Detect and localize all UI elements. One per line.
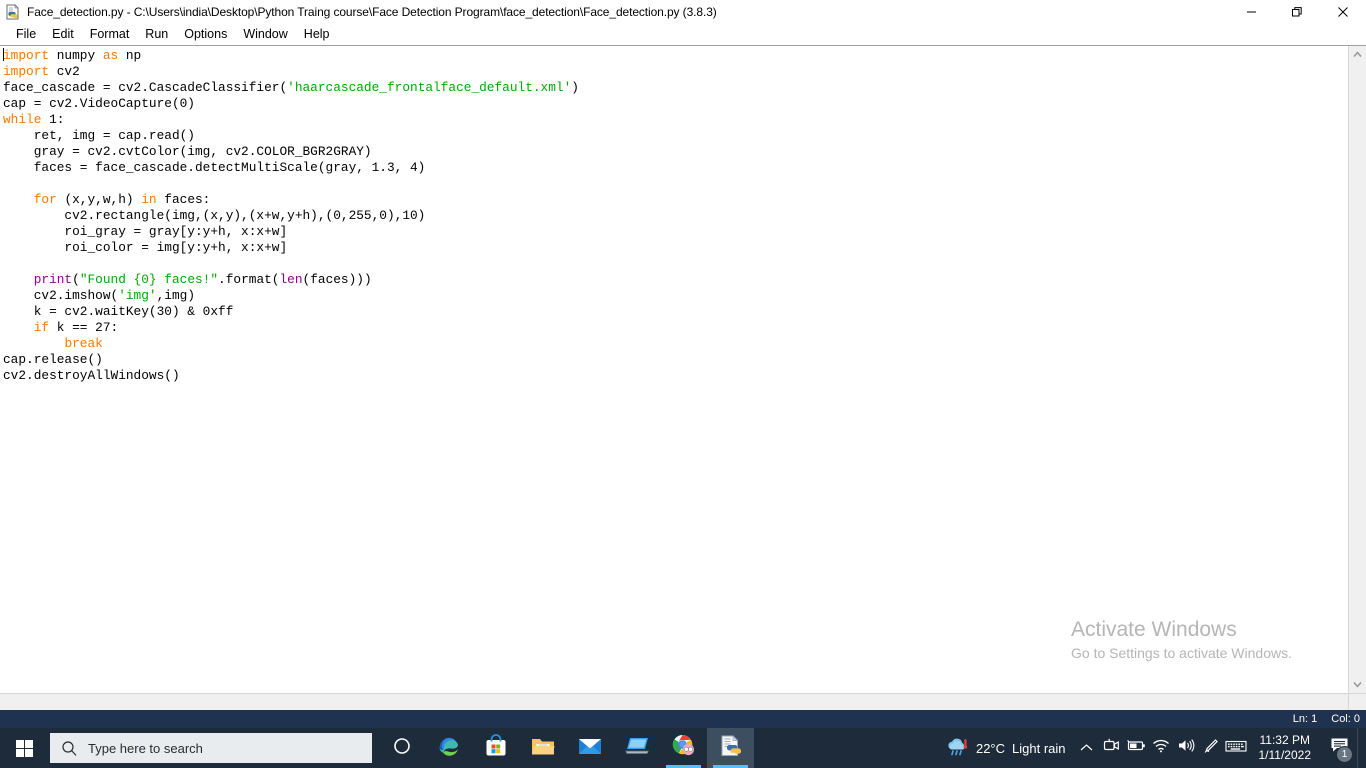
show-hidden-icons-button[interactable] bbox=[1074, 728, 1099, 768]
search-placeholder: Type here to search bbox=[88, 740, 203, 756]
speaker-icon bbox=[1177, 738, 1196, 758]
menu-item-format[interactable]: Format bbox=[82, 25, 138, 43]
store-icon bbox=[484, 733, 508, 763]
menu-item-run[interactable]: Run bbox=[137, 25, 176, 43]
touch-keyboard-button[interactable] bbox=[1224, 728, 1249, 768]
window-controls bbox=[1228, 0, 1366, 23]
menu-item-window[interactable]: Window bbox=[235, 25, 295, 43]
windows-logo-icon bbox=[15, 739, 33, 757]
taskbar-app-google-chrome[interactable] bbox=[660, 728, 707, 768]
menu-item-options[interactable]: Options bbox=[176, 25, 235, 43]
menu-item-help[interactable]: Help bbox=[296, 25, 338, 43]
activate-windows-watermark: Activate Windows Go to Settings to activ… bbox=[1071, 617, 1292, 663]
show-desktop-button[interactable] bbox=[1357, 728, 1366, 768]
close-button[interactable] bbox=[1320, 0, 1366, 23]
scroll-down-icon[interactable] bbox=[1349, 676, 1366, 693]
minimize-button[interactable] bbox=[1228, 0, 1274, 23]
taskbar-app-microsoft-edge[interactable] bbox=[425, 728, 472, 768]
weather-widget[interactable]: 22°C Light rain bbox=[939, 728, 1074, 768]
weather-condition: Light rain bbox=[1012, 740, 1066, 756]
remote-desktop-icon bbox=[623, 735, 651, 762]
folder-icon bbox=[530, 734, 556, 763]
horizontal-scrollbar[interactable] bbox=[0, 693, 1348, 710]
watermark-title: Activate Windows bbox=[1071, 618, 1237, 641]
menu-item-file[interactable]: File bbox=[8, 25, 44, 43]
search-icon bbox=[50, 740, 88, 757]
menu-bar: File Edit Format Run Options Window Help bbox=[0, 23, 1366, 45]
taskbar-app-mail[interactable] bbox=[566, 728, 613, 768]
wifi-icon bbox=[1152, 739, 1170, 758]
notification-count-badge: 1 bbox=[1336, 746, 1353, 763]
search-input[interactable]: Type here to search bbox=[50, 733, 372, 763]
title-bar: Face_detection.py - C:\Users\india\Deskt… bbox=[0, 0, 1366, 23]
system-tray: 22°C Light rain 11:32 PM 1/11/2022 1 bbox=[939, 728, 1366, 768]
code-text: import numpy as np import cv2 face_casca… bbox=[3, 48, 579, 383]
meet-now-button[interactable] bbox=[1099, 728, 1124, 768]
code-editor[interactable]: import numpy as np import cv2 face_casca… bbox=[0, 46, 1348, 693]
editor-area: import numpy as np import cv2 face_casca… bbox=[0, 45, 1366, 693]
scroll-up-icon[interactable] bbox=[1349, 46, 1366, 63]
chrome-icon bbox=[670, 733, 698, 764]
battery-button[interactable] bbox=[1124, 728, 1149, 768]
vertical-scrollbar[interactable] bbox=[1348, 46, 1366, 693]
taskbar-app-remote-desktop[interactable] bbox=[613, 728, 660, 768]
taskbar-app-python-idle[interactable] bbox=[707, 728, 754, 768]
taskbar-app-microsoft-store[interactable] bbox=[472, 728, 519, 768]
edge-icon bbox=[436, 733, 462, 764]
clock-date: 1/11/2022 bbox=[1258, 748, 1312, 762]
line-indicator: Ln: 1 bbox=[1292, 713, 1318, 725]
network-button[interactable] bbox=[1149, 728, 1174, 768]
taskbar-app-cortana[interactable] bbox=[378, 728, 425, 768]
restore-button[interactable] bbox=[1274, 0, 1320, 23]
mail-envelope-icon bbox=[577, 735, 603, 762]
horizontal-scrollbar-row bbox=[0, 693, 1366, 710]
watermark-subtitle: Go to Settings to activate Windows. bbox=[1071, 645, 1292, 661]
clock-widget[interactable]: 11:32 PM 1/11/2022 bbox=[1249, 728, 1322, 768]
action-center-button[interactable]: 1 bbox=[1321, 728, 1357, 768]
scrollbar-corner bbox=[1348, 693, 1366, 710]
column-indicator: Col: 0 bbox=[1331, 713, 1360, 725]
volume-button[interactable] bbox=[1174, 728, 1199, 768]
start-button[interactable] bbox=[0, 728, 48, 768]
cortana-circle-icon bbox=[392, 736, 412, 761]
status-bar: Ln: 1 Col: 0 bbox=[0, 710, 1366, 728]
chevron-up-icon bbox=[1080, 739, 1093, 757]
rain-cloud-icon bbox=[945, 736, 969, 761]
python-file-icon bbox=[5, 3, 21, 20]
python-file-icon bbox=[719, 734, 743, 763]
taskbar: Type here to search 22°C Light rain 11:3… bbox=[0, 728, 1366, 768]
clock-time: 11:32 PM bbox=[1259, 733, 1310, 747]
menu-item-edit[interactable]: Edit bbox=[44, 25, 82, 43]
pen-icon bbox=[1203, 738, 1219, 759]
pen-menu-button[interactable] bbox=[1199, 728, 1224, 768]
camera-icon bbox=[1103, 738, 1120, 758]
idle-editor-window: Face_detection.py - C:\Users\india\Deskt… bbox=[0, 0, 1366, 728]
weather-temperature: 22°C bbox=[975, 740, 1006, 756]
battery-icon bbox=[1126, 739, 1146, 757]
keyboard-icon bbox=[1225, 739, 1247, 758]
taskbar-apps bbox=[378, 728, 754, 768]
window-title: Face_detection.py - C:\Users\india\Deskt… bbox=[27, 4, 717, 19]
tray-icons bbox=[1074, 728, 1249, 768]
taskbar-app-file-explorer[interactable] bbox=[519, 728, 566, 768]
